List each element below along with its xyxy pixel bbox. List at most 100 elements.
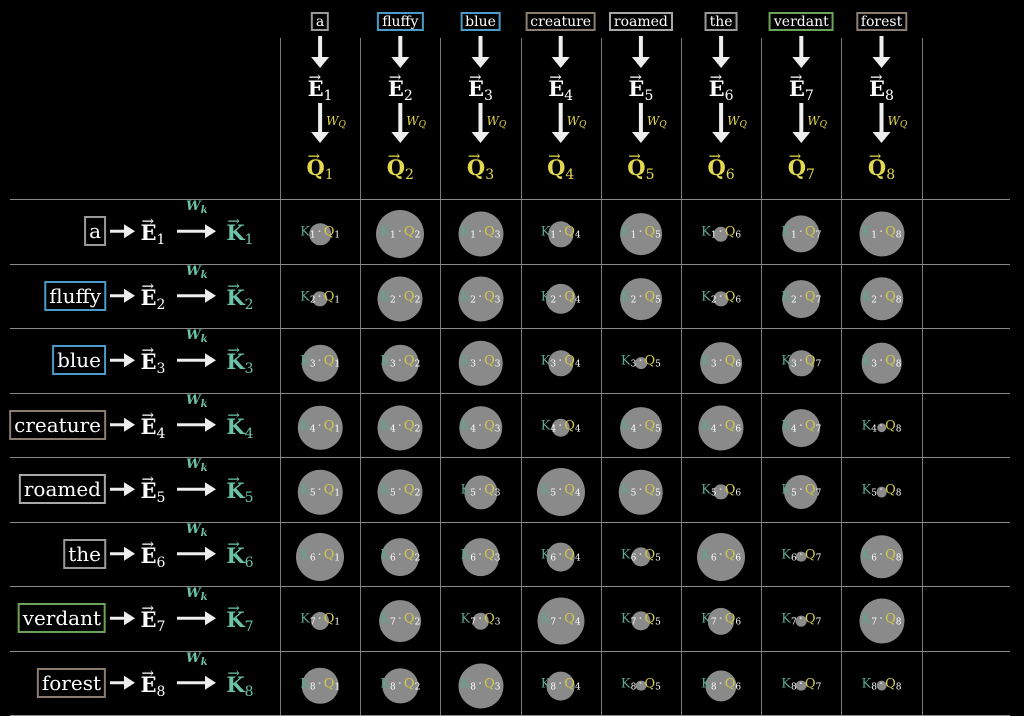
query-term-index: 1	[334, 359, 341, 370]
query-term: Q	[323, 418, 335, 434]
query-term: Q	[724, 418, 736, 434]
dot-operator: ·	[477, 482, 483, 498]
query-term-index: 3	[494, 424, 501, 435]
query-term: Q	[323, 482, 335, 498]
dot-product-label: K7 · Q7	[781, 611, 821, 630]
query-matrix-label: WQ	[647, 114, 667, 130]
grid-hline	[10, 457, 1010, 458]
token-to-embedding-arrow	[110, 675, 135, 690]
row-token-verdant: verdant	[17, 603, 106, 634]
dot-product-label: K7 · Q3	[461, 611, 501, 630]
key-term: K	[781, 676, 792, 692]
column-token-blue: blue	[460, 12, 501, 31]
dot-operator: ·	[558, 418, 563, 434]
query-term-index: 5	[655, 295, 661, 306]
dot-product-label: K6 · Q3	[461, 548, 501, 565]
dot-operator: ·	[397, 547, 402, 563]
column-query-q4-index: 4	[565, 167, 575, 183]
query-term-index: 1	[334, 424, 341, 435]
dot-operator: ·	[718, 547, 723, 563]
key-term: K	[701, 418, 711, 434]
row-key-k4: → K4	[226, 406, 253, 445]
query-term-index: 5	[655, 230, 661, 241]
query-term: Q	[323, 611, 335, 627]
query-term-index: 2	[414, 295, 421, 306]
query-term-index: 3	[494, 682, 501, 693]
dot-operator: ·	[558, 289, 563, 305]
grid-hline	[10, 521, 1010, 523]
key-term: K	[460, 353, 471, 369]
dot-operator: ·	[558, 353, 563, 369]
query-term-index: 3	[494, 617, 501, 628]
query-term: Q	[564, 224, 575, 240]
column-embedding-e1: → E1	[308, 68, 333, 107]
key-term: K	[300, 418, 310, 434]
dot-product-label: K2 · Q5	[621, 290, 661, 307]
dot-operator: ·	[878, 353, 884, 369]
query-term-index: 6	[735, 488, 742, 499]
column-query-q8-arrow: →	[868, 147, 882, 165]
key-term: K	[460, 547, 471, 563]
dot-product-label: K8 · Q8	[862, 677, 902, 694]
row-embedding-e2: → E2	[141, 277, 166, 316]
query-matrix-sub: Q	[899, 120, 908, 130]
dot-operator: ·	[558, 547, 563, 563]
row-embedding-e8-index: 8	[156, 683, 166, 700]
query-term-index: 6	[735, 682, 742, 693]
column-query-q7: → Q7	[788, 147, 815, 186]
row-embedding-e5-index: 5	[156, 490, 166, 507]
key-term: K	[380, 224, 391, 240]
key-term: K	[701, 224, 711, 240]
key-projection-arrow	[177, 675, 216, 690]
query-matrix-sub: Q	[338, 120, 346, 130]
query-term: Q	[323, 289, 335, 305]
key-matrix-label: Wk	[186, 199, 208, 216]
row-embedding-e7-index: 7	[156, 619, 166, 636]
query-term: Q	[804, 611, 816, 627]
dot-product-label: K7 · Q5	[621, 612, 661, 630]
row-embedding-e2-index: 2	[156, 296, 166, 313]
query-term-index: 3	[494, 488, 501, 499]
dot-operator: ·	[878, 482, 884, 498]
query-term: Q	[564, 482, 575, 498]
key-term: K	[620, 676, 631, 692]
query-term-index: 3	[494, 295, 501, 306]
dot-product-label: K5 · Q2	[380, 483, 420, 501]
dot-operator: ·	[638, 547, 643, 563]
dot-product-label: K3 · Q4	[541, 353, 581, 372]
column-embedding-e4-index: 4	[564, 88, 574, 104]
key-matrix-sub: k	[200, 527, 208, 539]
column-query-q7-index: 7	[805, 167, 815, 183]
query-term-index: 8	[895, 488, 902, 499]
dot-operator: ·	[477, 611, 483, 627]
token-to-embedding-arrow	[110, 611, 135, 626]
dot-product-label: K5 · Q8	[862, 482, 902, 501]
row-key-k8-arrow: →	[227, 663, 240, 682]
query-term: Q	[484, 611, 495, 627]
key-term: K	[781, 353, 792, 369]
query-matrix-label: WQ	[807, 114, 827, 130]
query-term: Q	[403, 353, 415, 369]
dot-operator: ·	[798, 676, 803, 692]
column-token-roamed: roamed	[608, 12, 673, 31]
query-term: Q	[885, 289, 896, 305]
query-term: Q	[403, 547, 415, 563]
dot-operator: ·	[638, 353, 643, 369]
dot-product-label: K2 · Q7	[781, 290, 821, 307]
query-matrix-label: WQ	[406, 114, 426, 130]
row-token-roamed: roamed	[18, 474, 106, 505]
query-term-index: 4	[574, 359, 581, 370]
key-term: K	[861, 353, 872, 369]
dot-operator: ·	[718, 353, 723, 369]
column-embedding-e3: → E3	[468, 68, 493, 107]
grid-hline	[10, 199, 1010, 200]
query-term-index: 4	[574, 617, 581, 628]
dot-product-label: K5 · Q7	[781, 483, 821, 501]
dot-product-label: K3 · Q8	[861, 353, 902, 372]
query-matrix-symbol: W	[807, 114, 820, 128]
dot-product-label: K4 · Q3	[461, 419, 501, 436]
query-term-index: 1	[334, 682, 341, 693]
grid-vline	[681, 38, 682, 715]
dot-product-label: K6 · Q1	[300, 548, 340, 565]
dot-product-label: K1 · Q5	[621, 225, 661, 243]
